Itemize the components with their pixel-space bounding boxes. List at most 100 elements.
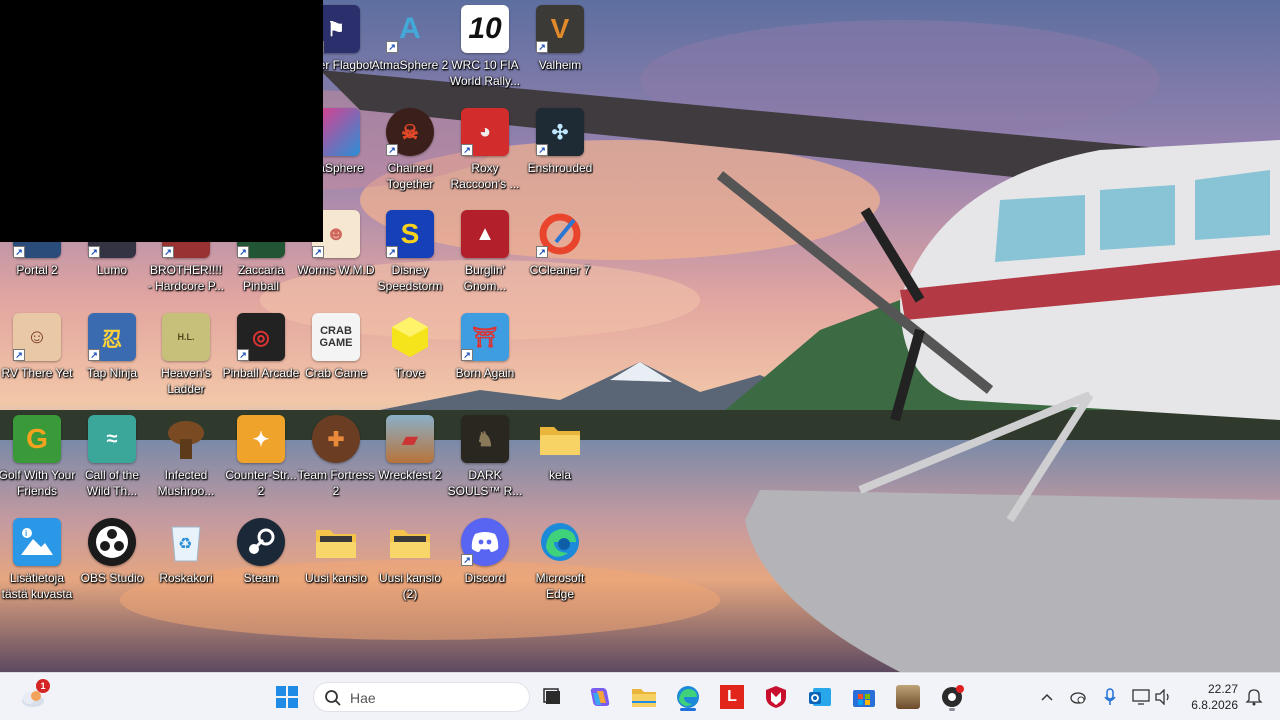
chrome-like-button[interactable] [936,681,968,713]
file-explorer-button[interactable] [628,681,660,713]
crab-game-icon: CRAB GAME [312,313,360,361]
search-box[interactable] [313,682,530,712]
desktop-icon-tap-ninja[interactable]: 忍 ↗ Tap Ninja [75,308,149,408]
desktop-icon-call-of-the-wild[interactable]: ≈ Call of the Wild Th... [75,410,149,510]
desktop-icon-enshrouded[interactable]: ✣ ↗ Enshrouded [523,103,597,203]
obs-icon [88,518,136,566]
wreckfest-icon: ▰ [386,415,434,463]
desktop-icon-born-again[interactable]: ⛩ ↗ Born Again [448,308,522,408]
search-input[interactable] [348,687,522,709]
lenovo-button[interactable]: L [716,681,748,713]
desktop-icon-wreckfest[interactable]: ▰ Wreckfest 2 [373,410,447,510]
desktop-icon-speedstorm[interactable]: S ↗ Disney Speedstorm [373,205,447,305]
desktop-icon-uusi-kansio-2[interactable]: Uusi kansio (2) [373,513,447,613]
desktop-icon-wrc10[interactable]: 10 WRC 10 FIA World Rally... [448,0,522,100]
shortcut-arrow-icon: ↗ [312,246,324,258]
desktop-icon-counter-strike[interactable]: ✦ Counter-Str... 2 [224,410,298,510]
shortcut-arrow-icon: ↗ [461,144,473,156]
shortcut-arrow-icon: ↗ [162,246,174,258]
outlook-icon [809,688,831,706]
info-image-icon: i [13,518,61,566]
active-indicator [949,708,955,711]
desktop-icon-infected-mushroom[interactable]: Infected Mushroo... [149,410,223,510]
desktop-icon-trove[interactable]: Trove [373,308,447,408]
edge-icon [677,686,699,708]
desktop-icon-atmasphere-2[interactable]: A ↗ AtmaSphere 2 [372,0,449,100]
clock-date: 6.8.2026 [1191,698,1238,712]
volume-tray-button[interactable] [1154,687,1174,707]
mcafee-button[interactable] [760,681,792,713]
shortcut-arrow-icon: ↗ [88,349,100,361]
search-icon [325,690,341,706]
outlook-button[interactable] [804,681,836,713]
display-icon [1132,689,1150,705]
call-of-the-wild-icon: ≈ [88,415,136,463]
notification-center-button[interactable] [1244,687,1264,707]
shortcut-arrow-icon: ↗ [386,246,398,258]
active-indicator [680,708,696,711]
desktop-icon-kela[interactable]: kela [523,410,597,510]
network-tray-button[interactable] [1068,687,1088,707]
desktop-icon-rv-there-yet[interactable]: ☺ ↗ RV There Yet [0,308,74,408]
desktop-icon-pinball-arcade[interactable]: ◎ ↗ Pinball Arcade [223,308,299,408]
trove-icon [386,313,434,361]
shortcut-arrow-icon: ↗ [386,41,398,53]
edge-icon [536,518,584,566]
tf2-icon: ✚ [312,415,360,463]
desktop-icon-heavens-ladder[interactable]: H.L. Heaven's Ladder [149,308,223,408]
svg-text:♻: ♻ [178,534,192,553]
desktop-icon-discord[interactable]: ↗ Discord [448,513,522,613]
shortcut-arrow-icon: ↗ [536,41,548,53]
shortcut-arrow-icon: ↗ [13,246,25,258]
wrc10-icon: 10 [461,5,509,53]
desktop-icon-dark-souls[interactable]: ♞ DARK SOULS™ R... [448,410,522,510]
desktop-icon-recycle-bin[interactable]: ♻ Roskakori [149,513,223,613]
shortcut-arrow-icon: ↗ [536,246,548,258]
game-app-button[interactable] [892,681,924,713]
desktop-icon-info-image[interactable]: i Lisätietoja tästä kuvasta [0,513,74,613]
copilot-icon [590,688,610,706]
lenovo-icon: L [720,685,744,709]
task-view-button[interactable] [537,681,569,713]
desktop-icon-crab-game[interactable]: CRAB GAME Crab Game [299,308,373,408]
shortcut-arrow-icon: ↗ [461,554,473,566]
show-hidden-icons-button[interactable] [1037,687,1057,707]
folder-icon [312,518,360,566]
weather-widget-button[interactable]: 1 [16,679,50,713]
shortcut-arrow-icon: ↗ [88,246,100,258]
shortcut-arrow-icon: ↗ [237,246,249,258]
black-occlusion [0,0,323,242]
golf-icon: G [13,415,61,463]
folder-icon [536,415,584,463]
display-tray-button[interactable] [1131,687,1151,707]
microsoft-store-button[interactable] [848,681,880,713]
notification-badge: 1 [36,679,50,693]
game-icon [896,685,920,709]
desktop-icon-edge[interactable]: Microsoft Edge [523,513,597,613]
volume-icon [1155,689,1169,705]
desktop-icon-obs[interactable]: OBS Studio [75,513,149,613]
desktop-icon-burglin-gnomes[interactable]: ▲ Burglin' Gnom... [448,205,522,305]
task-view-icon [543,688,560,704]
desktop-icon-steam[interactable]: Steam [224,513,298,613]
copilot-button[interactable] [584,681,616,713]
desktop-icon-golf[interactable]: G Golf With Your Friends [0,410,75,510]
desktop-icon-uusi-kansio[interactable]: Uusi kansio [299,513,373,613]
desktop-icon-chained-together[interactable]: ☠ ↗ Chained Together [373,103,447,203]
clock[interactable]: 22.27 6.8.2026 [1186,681,1238,713]
desktop-icon-valheim[interactable]: V ↗ Valheim [523,0,597,100]
taskbar: 1 L [0,672,1280,720]
mushroom-icon [162,415,210,463]
shortcut-arrow-icon: ↗ [386,144,398,156]
desktop-icon-tf2[interactable]: ✚ Team Fortress 2 [298,410,374,510]
microphone-icon [1104,688,1116,705]
windows-start-icon [276,686,298,708]
chevron-up-icon [1041,693,1053,701]
microsoft-store-icon [853,690,875,707]
desktop-icon-roxy-raccoon[interactable]: ◕ ↗ Roxy Raccoon's ... [448,103,522,203]
desktop-icon-ccleaner[interactable]: ↗ CCleaner 7 [523,205,597,305]
microphone-tray-button[interactable] [1100,687,1120,707]
edge-taskbar-button[interactable] [672,681,704,713]
start-button[interactable] [271,681,303,713]
folder-icon [386,518,434,566]
